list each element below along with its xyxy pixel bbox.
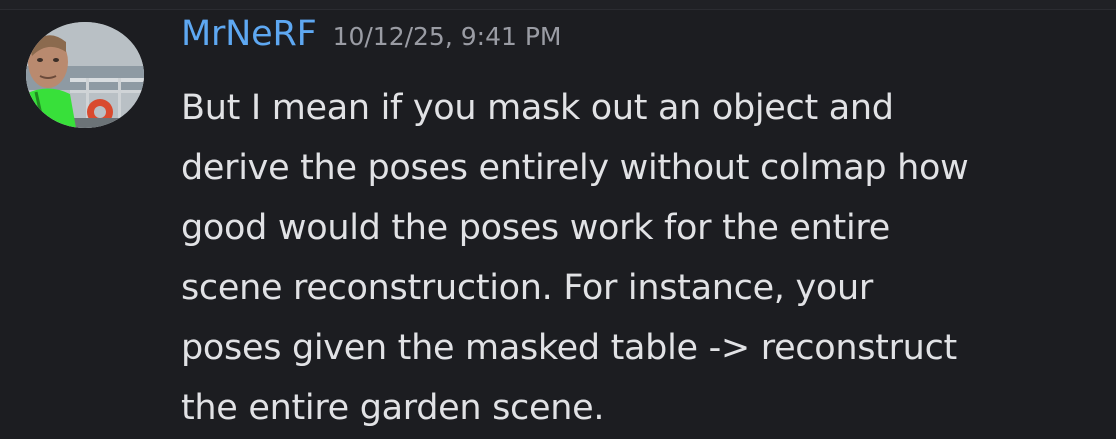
- message-line: good would the poses work for the entire: [181, 208, 890, 248]
- message-line: poses given the masked table -> reconstr…: [181, 328, 957, 368]
- message-line: derive the poses entirely without colmap…: [181, 148, 969, 188]
- message-header: MrNeRF 10/12/25, 9:41 PM: [181, 14, 561, 64]
- message-line: the entire garden scene.: [181, 388, 605, 428]
- divider: [0, 0, 1116, 10]
- avatar-image: [26, 22, 144, 128]
- message-line: scene reconstruction. For instance, your: [181, 268, 873, 308]
- message-body: But I mean if you mask out an object and…: [181, 78, 1096, 438]
- chat-message: MrNeRF 10/12/25, 9:41 PM But I mean if yo…: [0, 10, 1116, 439]
- author-name[interactable]: MrNeRF: [181, 14, 317, 54]
- message-timestamp: 10/12/25, 9:41 PM: [332, 22, 562, 51]
- avatar[interactable]: [26, 22, 144, 128]
- message-line: But I mean if you mask out an object and: [181, 88, 894, 128]
